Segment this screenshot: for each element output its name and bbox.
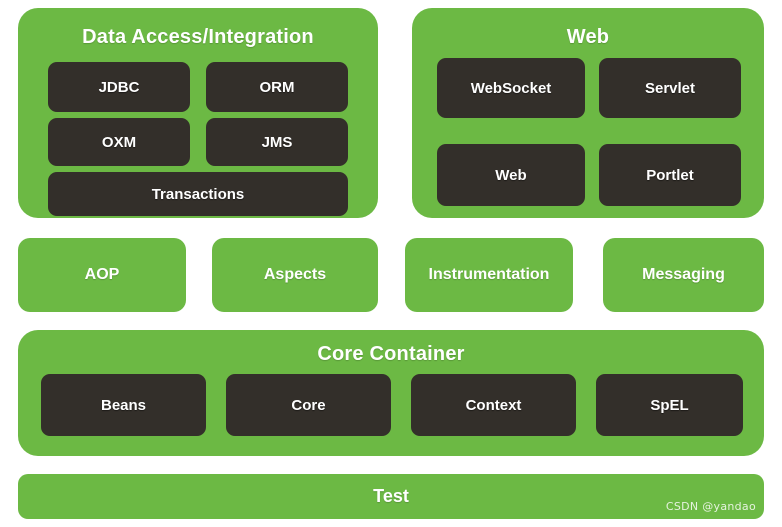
module-label-beans: Beans bbox=[100, 396, 147, 414]
module-jms[interactable]: JMS bbox=[206, 118, 348, 166]
panel-data-access-integration: Data Access/Integration JDBC ORM OXM JMS… bbox=[18, 8, 378, 218]
module-label-spel: SpEL bbox=[650, 396, 689, 414]
module-label-servlet: Servlet bbox=[644, 79, 696, 97]
module-label-orm: ORM bbox=[259, 78, 295, 96]
module-context[interactable]: Context bbox=[411, 374, 576, 436]
box-messaging[interactable]: Messaging bbox=[603, 238, 764, 312]
panel-web: Web WebSocket Servlet Web Portlet bbox=[412, 8, 764, 218]
module-label-jms: JMS bbox=[261, 133, 293, 151]
panel-title-core-container: Core Container bbox=[317, 343, 465, 365]
module-label-web: Web bbox=[495, 166, 527, 184]
module-oxm[interactable]: OXM bbox=[48, 118, 190, 166]
panel-core-container: Core Container Beans Core Context SpEL bbox=[18, 330, 764, 456]
box-label-instrumentation: Instrumentation bbox=[428, 266, 550, 283]
module-label-oxm: OXM bbox=[101, 133, 137, 151]
module-web[interactable]: Web bbox=[437, 144, 585, 206]
module-websocket[interactable]: WebSocket bbox=[437, 58, 585, 118]
box-label-aspects: Aspects bbox=[263, 266, 327, 283]
module-orm[interactable]: ORM bbox=[206, 62, 348, 112]
module-portlet[interactable]: Portlet bbox=[599, 144, 741, 206]
bar-test[interactable]: Test CSDN @yandao bbox=[18, 474, 764, 519]
panel-title-data-access-integration: Data Access/Integration bbox=[82, 26, 314, 48]
watermark: CSDN @yandao bbox=[665, 500, 756, 513]
spring-architecture-diagram: Data Access/Integration JDBC ORM OXM JMS… bbox=[0, 0, 782, 527]
module-servlet[interactable]: Servlet bbox=[599, 58, 741, 118]
module-jdbc[interactable]: JDBC bbox=[48, 62, 190, 112]
bar-label-test: Test bbox=[373, 486, 409, 506]
box-aop[interactable]: AOP bbox=[18, 238, 186, 312]
box-label-messaging: Messaging bbox=[642, 266, 725, 283]
panel-title-web: Web bbox=[566, 26, 610, 48]
module-core[interactable]: Core bbox=[226, 374, 391, 436]
box-aspects[interactable]: Aspects bbox=[212, 238, 378, 312]
module-spel[interactable]: SpEL bbox=[596, 374, 743, 436]
module-beans[interactable]: Beans bbox=[41, 374, 206, 436]
module-label-portlet: Portlet bbox=[646, 166, 694, 184]
module-label-websocket: WebSocket bbox=[470, 79, 552, 97]
module-transactions[interactable]: Transactions bbox=[48, 172, 348, 216]
module-label-context: Context bbox=[465, 396, 522, 414]
module-label-jdbc: JDBC bbox=[98, 78, 140, 96]
module-label-transactions: Transactions bbox=[151, 185, 245, 203]
box-label-aop: AOP bbox=[84, 266, 120, 283]
box-instrumentation[interactable]: Instrumentation bbox=[405, 238, 573, 312]
module-label-core: Core bbox=[291, 396, 326, 414]
